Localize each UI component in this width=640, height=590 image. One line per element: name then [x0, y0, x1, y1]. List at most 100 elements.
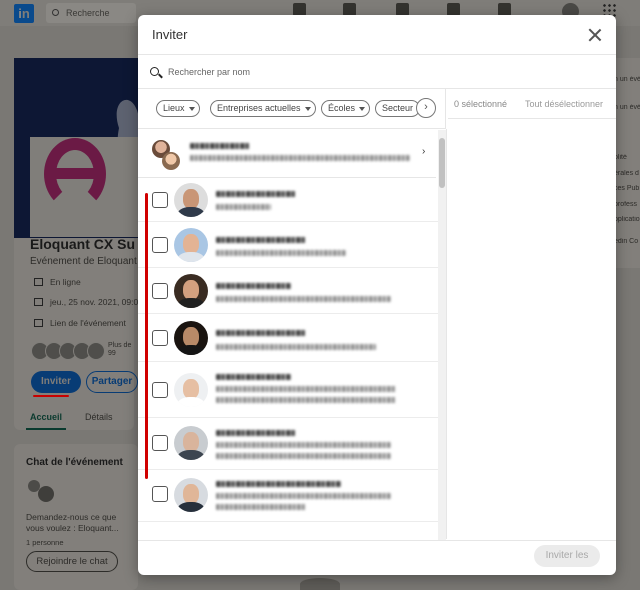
blurred-detail — [216, 453, 391, 459]
filter-bar: Lieux Entreprises actuelles Écoles Secte… — [138, 89, 446, 129]
invite-button[interactable]: Inviter — [31, 371, 81, 393]
chat-member-count: 1 personne — [26, 538, 64, 547]
blurred-detail — [216, 344, 376, 350]
avatar — [174, 373, 208, 407]
divider — [446, 129, 447, 539]
selected-count: 0 sélectionné — [454, 99, 508, 109]
external-link-icon — [34, 319, 43, 327]
avatar — [174, 426, 208, 460]
list-item[interactable] — [138, 178, 438, 222]
blurred-name — [216, 374, 291, 380]
blurred-detail — [216, 296, 391, 302]
list-item[interactable] — [138, 470, 438, 522]
blurred-detail — [216, 250, 346, 256]
modal-title: Inviter — [152, 27, 188, 42]
global-search[interactable]: Recherche — [46, 3, 136, 23]
avatar — [174, 478, 208, 512]
blurred-detail — [216, 397, 396, 403]
send-invites-button[interactable]: Inviter les — [534, 545, 600, 567]
avatar — [174, 274, 208, 308]
modal-header: Inviter — [138, 15, 616, 55]
search-by-name-input[interactable] — [168, 63, 588, 81]
right-snippet[interactable]: ces Pub — [614, 185, 640, 192]
select-checkbox[interactable] — [152, 237, 168, 253]
background-illustration — [300, 578, 340, 590]
eloquant-logo-bar — [46, 168, 102, 179]
select-checkbox[interactable] — [152, 330, 168, 346]
filter-current-companies[interactable]: Entreprises actuelles — [210, 100, 316, 117]
filter-locations[interactable]: Lieux — [156, 100, 200, 117]
list-item[interactable] — [138, 314, 438, 362]
join-chat-button[interactable]: Rejoindre le chat — [26, 551, 118, 572]
blurred-detail — [216, 442, 391, 448]
list-scrollbar[interactable] — [438, 130, 446, 540]
right-snippet: n un événe — [614, 104, 640, 111]
right-snippet[interactable]: profess — [614, 201, 640, 208]
filter-schools[interactable]: Écoles — [321, 100, 371, 117]
event-date-text: jeu., 25 nov. 2021, 09:0 — [50, 297, 138, 307]
tab-home[interactable]: Accueil — [30, 412, 62, 422]
list-item[interactable] — [138, 268, 438, 314]
event-organizer[interactable]: Événement de Eloquant — [30, 256, 138, 267]
calendar-icon — [34, 298, 43, 306]
blurred-name — [216, 283, 291, 289]
attendee-count: Plus de 99 — [108, 342, 132, 357]
right-snippet[interactable]: olité — [614, 154, 640, 161]
annotation-underline — [33, 395, 69, 397]
blurred-detail — [216, 386, 396, 392]
group-avatars — [152, 138, 184, 170]
event-date: jeu., 25 nov. 2021, 09:0 — [34, 297, 138, 307]
event-link-text: Lien de l'événement — [50, 318, 126, 328]
linkedin-logo[interactable]: in — [14, 4, 34, 23]
select-checkbox[interactable] — [152, 435, 168, 451]
modal-search — [138, 55, 616, 89]
select-checkbox[interactable] — [152, 283, 168, 299]
right-snippet[interactable]: érales d — [614, 170, 640, 177]
blurred-detail — [216, 204, 271, 210]
close-icon[interactable] — [586, 26, 604, 44]
blurred-name — [216, 330, 306, 336]
chevron-right-icon[interactable]: › — [416, 98, 436, 118]
chat-description: Demandez-nous ce que vous voulez : Eloqu… — [26, 512, 119, 533]
deselect-all-button[interactable]: Tout désélectionner — [525, 99, 603, 109]
blurred-name — [216, 481, 341, 487]
right-snippet[interactable]: pplicatio — [614, 216, 640, 223]
right-sidebar-card — [612, 58, 640, 268]
select-checkbox[interactable] — [152, 486, 168, 502]
blurred-name — [216, 430, 296, 436]
group-suggestion-row[interactable]: › — [138, 130, 436, 178]
avatar — [38, 486, 54, 502]
annotation-line — [145, 193, 148, 479]
search-icon — [150, 67, 159, 76]
search-icon — [52, 9, 59, 16]
right-snippet[interactable]: edin Co — [614, 238, 640, 245]
list-item[interactable] — [138, 222, 438, 268]
event-location: En ligne — [34, 277, 138, 287]
chat-avatars — [28, 480, 56, 504]
select-checkbox[interactable] — [152, 192, 168, 208]
video-icon — [34, 278, 43, 286]
right-snippet: n un événe — [614, 76, 640, 83]
share-button[interactable]: Partager — [86, 371, 138, 393]
avatar — [174, 321, 208, 355]
event-location-text: En ligne — [50, 277, 81, 287]
blurred-name — [216, 237, 306, 243]
avatar — [174, 228, 208, 262]
chevron-right-icon[interactable]: › — [422, 146, 425, 157]
blurred-name — [190, 143, 250, 149]
select-checkbox[interactable] — [152, 382, 168, 398]
event-link[interactable]: Lien de l'événement — [34, 318, 138, 328]
list-item[interactable] — [138, 418, 438, 470]
blurred-detail — [216, 493, 391, 499]
divider — [448, 118, 616, 119]
invite-modal: Inviter Lieux Entreprises actuelles Écol… — [138, 15, 616, 575]
filter-industry[interactable]: Secteur — [375, 100, 421, 117]
chat-title: Chat de l'événement — [26, 457, 123, 468]
list-item[interactable] — [138, 362, 438, 418]
avatar — [87, 342, 105, 360]
global-search-placeholder: Recherche — [66, 8, 110, 18]
tab-details[interactable]: Détails — [85, 412, 113, 422]
tab-home-indicator — [26, 428, 66, 430]
scrollbar-thumb[interactable] — [439, 138, 445, 188]
event-title: Eloquant CX Su — [30, 236, 135, 252]
